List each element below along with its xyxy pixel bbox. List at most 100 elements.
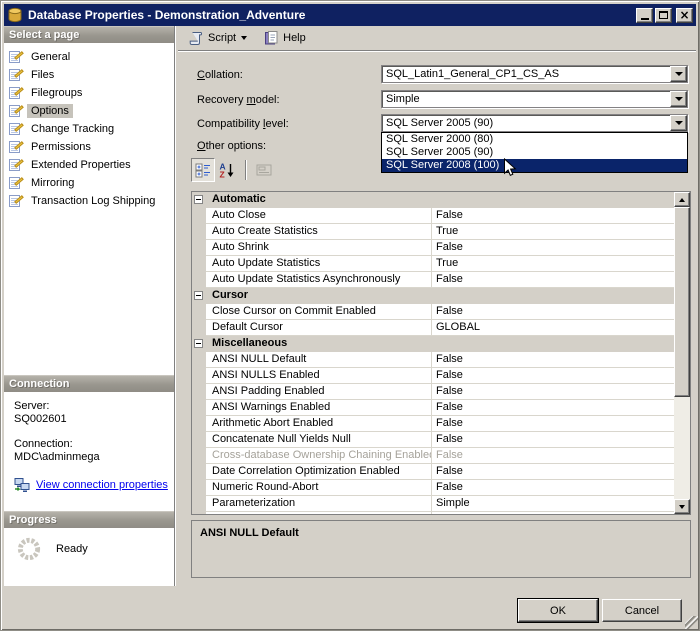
property-row-ansi-warnings-enabled[interactable]: ANSI Warnings Enabled False <box>192 400 674 416</box>
property-name[interactable]: Auto Shrink <box>206 240 432 256</box>
view-connection-properties-link[interactable]: View connection properties <box>36 479 168 492</box>
property-value[interactable]: False <box>432 368 674 384</box>
property-rows: Automatic Auto Close False Auto Create S… <box>192 192 674 514</box>
property-value[interactable]: False <box>432 384 674 400</box>
property-value[interactable]: False <box>432 512 674 514</box>
resize-grip[interactable] <box>685 616 698 629</box>
scrollbar-thumb[interactable] <box>674 207 690 397</box>
property-value[interactable]: False <box>432 416 674 432</box>
property-value[interactable]: True <box>432 224 674 240</box>
connection-value: MDC\adminmega <box>14 451 100 463</box>
cancel-button[interactable]: Cancel <box>602 599 682 622</box>
script-dropdown-arrow-icon[interactable] <box>241 36 248 40</box>
property-name[interactable]: ANSI NULL Default <box>206 352 432 368</box>
sidebar-item-options[interactable]: Options <box>4 102 174 120</box>
property-value[interactable]: False <box>432 400 674 416</box>
label-text: Recovery <box>197 94 247 106</box>
dropdown-option-sql2005[interactable]: SQL Server 2005 (90) <box>382 146 687 159</box>
grid-vertical-scrollbar[interactable] <box>674 192 690 514</box>
script-button[interactable]: Script <box>184 27 251 49</box>
close-button[interactable]: × <box>676 7 693 23</box>
property-value[interactable]: False <box>432 352 674 368</box>
dropdown-option-sql2000[interactable]: SQL Server 2000 (80) <box>382 133 687 146</box>
category-row-cursor[interactable]: Cursor <box>192 288 674 304</box>
row-gutter <box>192 320 206 336</box>
property-row-numeric-round-abort[interactable]: Numeric Round-Abort False <box>192 480 674 496</box>
view-connection-properties[interactable]: View connection properties <box>14 477 174 493</box>
sidebar-item-mirroring[interactable]: Mirroring <box>4 174 174 192</box>
sidebar-item-filegroups[interactable]: Filegroups <box>4 84 174 102</box>
collapse-minus-icon[interactable] <box>194 291 203 300</box>
property-value[interactable]: True <box>432 256 674 272</box>
property-name[interactable]: Arithmetic Abort Enabled <box>206 416 432 432</box>
sidebar-item-general[interactable]: General <box>4 48 174 66</box>
sidebar-item-extended-properties[interactable]: Extended Properties <box>4 156 174 174</box>
dropdown-option-sql2008-highlighted[interactable]: SQL Server 2008 (100) <box>382 159 687 172</box>
property-row-ansi-nulls-enabled[interactable]: ANSI NULLS Enabled False <box>192 368 674 384</box>
collation-dropdown-arrow-icon[interactable] <box>670 66 687 82</box>
sidebar-item-change-tracking[interactable]: Change Tracking <box>4 120 174 138</box>
compatibility-dropdown-arrow-icon[interactable] <box>670 115 687 131</box>
scroll-up-button[interactable] <box>674 192 690 207</box>
property-value: False <box>432 448 674 464</box>
property-value[interactable]: False <box>432 240 674 256</box>
property-name[interactable]: ANSI NULLS Enabled <box>206 368 432 384</box>
compatibility-level-combobox[interactable]: SQL Server 2005 (90) <box>381 114 688 132</box>
property-row-default-cursor[interactable]: Default Cursor GLOBAL <box>192 320 674 336</box>
property-row-auto-shrink[interactable]: Auto Shrink False <box>192 240 674 256</box>
property-name[interactable]: ANSI Padding Enabled <box>206 384 432 400</box>
minimize-button[interactable] <box>636 7 653 23</box>
property-row-auto-update-statistics[interactable]: Auto Update Statistics True <box>192 256 674 272</box>
property-name[interactable]: Close Cursor on Commit Enabled <box>206 304 432 320</box>
sidebar-item-files[interactable]: Files <box>4 66 174 84</box>
help-button[interactable]: Help <box>259 27 310 49</box>
property-name[interactable]: Default Cursor <box>206 320 432 336</box>
property-row-auto-close[interactable]: Auto Close False <box>192 208 674 224</box>
property-name[interactable]: Auto Update Statistics Asynchronously <box>206 272 432 288</box>
property-value[interactable]: False <box>432 480 674 496</box>
property-name[interactable]: Auto Create Statistics <box>206 224 432 240</box>
property-row-quoted-identifiers-clipped[interactable]: Quoted Identifiers Enabled False <box>192 512 674 514</box>
property-row-close-cursor-on-commit[interactable]: Close Cursor on Commit Enabled False <box>192 304 674 320</box>
collapse-minus-icon[interactable] <box>194 339 203 348</box>
categorized-button[interactable] <box>191 158 215 182</box>
property-name[interactable]: ANSI Warnings Enabled <box>206 400 432 416</box>
property-value[interactable]: False <box>432 464 674 480</box>
property-name[interactable]: Auto Close <box>206 208 432 224</box>
property-row-ansi-null-default[interactable]: ANSI NULL Default False <box>192 352 674 368</box>
ok-button[interactable]: OK <box>518 599 598 622</box>
sidebar-item-permissions[interactable]: Permissions <box>4 138 174 156</box>
property-name[interactable]: Concatenate Null Yields Null <box>206 432 432 448</box>
category-row-automatic[interactable]: Automatic <box>192 192 674 208</box>
property-pages-button-disabled <box>252 158 276 182</box>
collation-combobox[interactable]: SQL_Latin1_General_CP1_CS_AS <box>381 65 688 83</box>
property-row-auto-update-statistics-async[interactable]: Auto Update Statistics Asynchronously Fa… <box>192 272 674 288</box>
recovery-dropdown-arrow-icon[interactable] <box>670 91 687 107</box>
property-row-auto-create-statistics[interactable]: Auto Create Statistics True <box>192 224 674 240</box>
maximize-button[interactable] <box>655 7 672 23</box>
property-value[interactable]: Simple <box>432 496 674 512</box>
property-name[interactable]: Numeric Round-Abort <box>206 480 432 496</box>
property-name[interactable]: Auto Update Statistics <box>206 256 432 272</box>
property-value[interactable]: False <box>432 304 674 320</box>
property-row-parameterization[interactable]: Parameterization Simple <box>192 496 674 512</box>
property-row-ansi-padding-enabled[interactable]: ANSI Padding Enabled False <box>192 384 674 400</box>
property-value[interactable]: False <box>432 272 674 288</box>
recovery-model-combobox[interactable]: Simple <box>381 90 688 108</box>
collapse-minus-icon[interactable] <box>194 195 203 204</box>
property-name[interactable]: Date Correlation Optimization Enabled <box>206 464 432 480</box>
options-property-grid[interactable]: Automatic Auto Close False Auto Create S… <box>191 191 691 515</box>
property-row-arithmetic-abort-enabled[interactable]: Arithmetic Abort Enabled False <box>192 416 674 432</box>
property-row-date-correlation-optimization[interactable]: Date Correlation Optimization Enabled Fa… <box>192 464 674 480</box>
titlebar[interactable]: Database Properties - Demonstration_Adve… <box>4 4 696 26</box>
category-row-miscellaneous[interactable]: Miscellaneous <box>192 336 674 352</box>
property-value[interactable]: False <box>432 208 674 224</box>
property-value[interactable]: GLOBAL <box>432 320 674 336</box>
scroll-down-button[interactable] <box>674 499 690 514</box>
alphabetical-sort-button[interactable]: A Z <box>215 158 239 182</box>
property-name[interactable]: Quoted Identifiers Enabled <box>206 512 432 514</box>
sidebar-item-transaction-log-shipping[interactable]: Transaction Log Shipping <box>4 192 174 210</box>
property-row-concatenate-null-yields-null[interactable]: Concatenate Null Yields Null False <box>192 432 674 448</box>
property-value[interactable]: False <box>432 432 674 448</box>
property-name[interactable]: Parameterization <box>206 496 432 512</box>
